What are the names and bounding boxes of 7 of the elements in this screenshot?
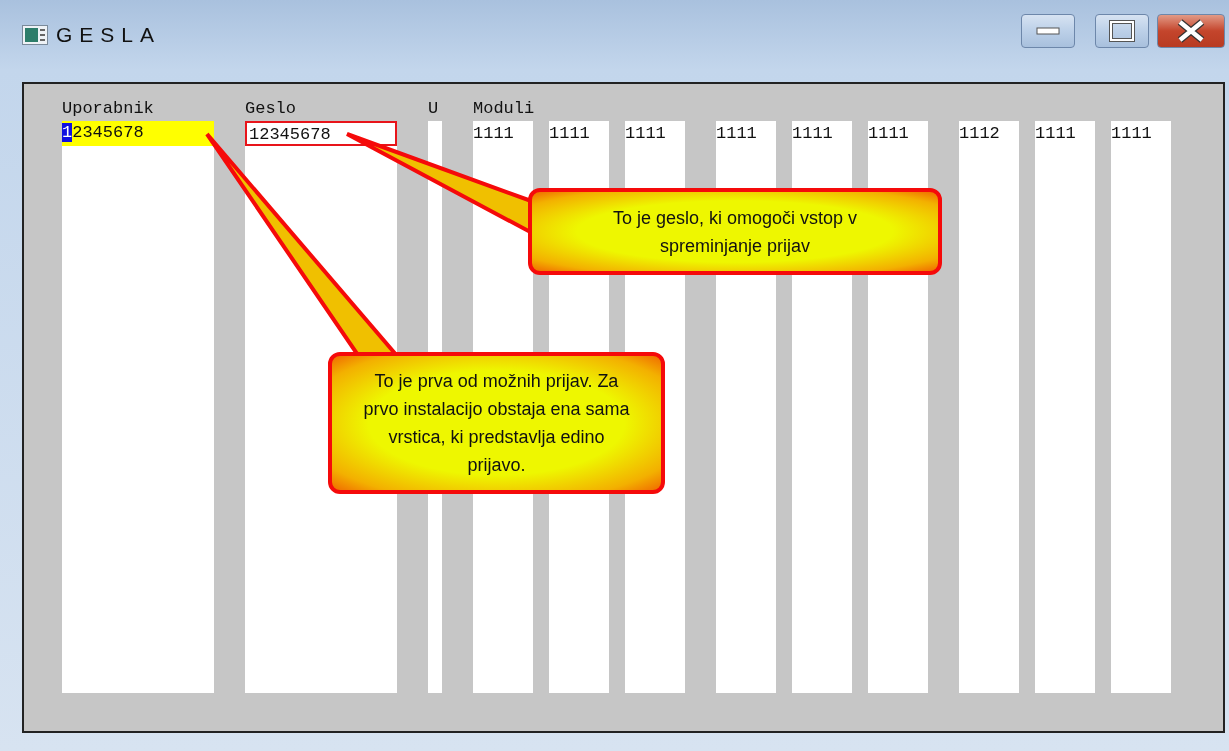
column-header: Moduli — [473, 98, 536, 120]
column-header: U — [428, 98, 440, 120]
column-header: Uporabnik — [62, 98, 155, 120]
callout-note: To je prva od možnih prijav. Za prvo instalacijo obstaja ena sama vrstica, ki predstavlja edino prijavo. — [328, 352, 665, 494]
callout-note: To je geslo, ki omogoči vstop v spreminjanje prijav — [528, 188, 942, 275]
column-header: Geslo — [245, 98, 297, 120]
window-title: GESLA — [56, 23, 162, 47]
